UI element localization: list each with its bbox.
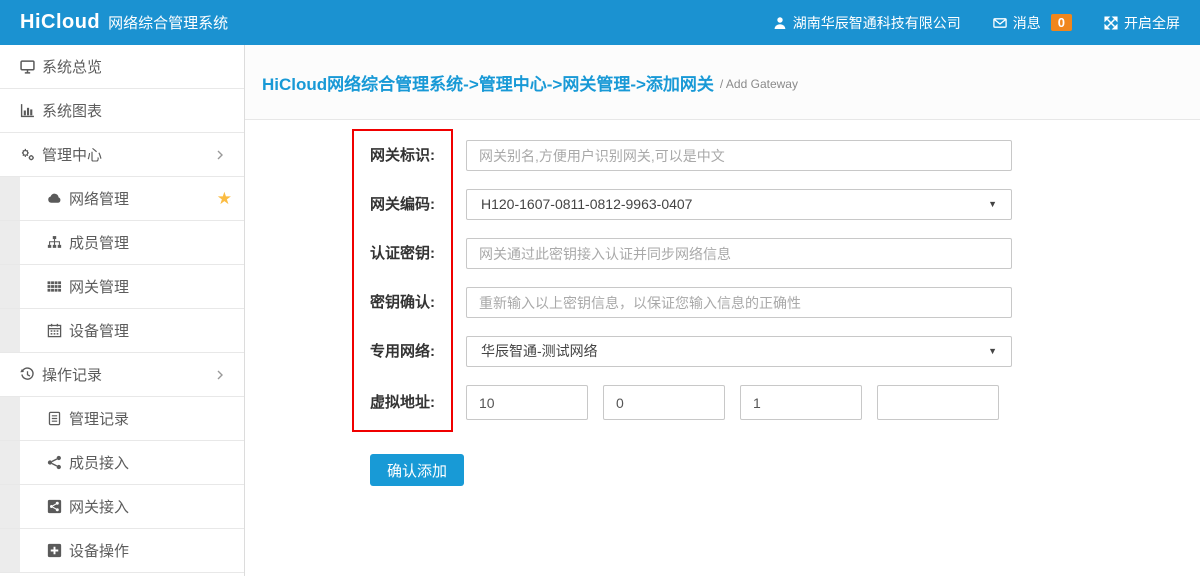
- company-menu[interactable]: 湖南华辰智通科技有限公司: [773, 13, 961, 33]
- fullscreen-button[interactable]: 开启全屏: [1104, 13, 1180, 33]
- sidebar-item-label: 网关管理: [69, 276, 129, 297]
- chevron-down-icon: ▼: [988, 190, 997, 219]
- field-label-key-confirm: 密钥确认:: [370, 287, 466, 318]
- form-row-key-confirm: 密钥确认:: [370, 287, 1012, 318]
- form-row-virtual-address: 虚拟地址:: [370, 385, 1012, 420]
- envelope-icon: [993, 16, 1007, 30]
- brand-name: HiCloud: [20, 11, 100, 34]
- field-label-private-network: 专用网络:: [370, 336, 466, 367]
- sidebar-item-management-center[interactable]: 管理中心: [0, 133, 244, 177]
- sidebar-item-label: 网络管理: [69, 188, 129, 209]
- sidebar-item-label: 管理记录: [69, 408, 129, 429]
- form-row-gateway-code: 网关编码: H120-1607-0811-0812-9963-0407 ▼: [370, 189, 1012, 220]
- fullscreen-icon: [1104, 16, 1118, 30]
- auth-key-input[interactable]: [466, 238, 1012, 269]
- user-icon: [773, 16, 787, 30]
- virtual-address-octet-4[interactable]: [877, 385, 999, 420]
- calendar-icon: [47, 323, 62, 338]
- sitemap-icon: [47, 235, 62, 250]
- history-icon: [20, 367, 35, 382]
- chevron-right-icon: [215, 368, 225, 382]
- sidebar-item-system-overview[interactable]: 系统总览: [0, 45, 244, 89]
- desktop-icon: [20, 59, 35, 74]
- form-row-auth-key: 认证密钥:: [370, 238, 1012, 269]
- messages-label: 消息: [1013, 13, 1041, 33]
- field-label-gateway-code: 网关编码:: [370, 189, 466, 220]
- favorite-star-icon[interactable]: ★: [217, 190, 232, 207]
- grid-icon: [47, 279, 62, 294]
- chevron-right-icon: [215, 148, 225, 162]
- private-network-select[interactable]: 华辰智通-测试网络 ▼: [466, 336, 1012, 367]
- form-row-gateway-name: 网关标识:: [370, 140, 1012, 171]
- share-icon: [47, 455, 62, 470]
- cloud-icon: [47, 191, 62, 206]
- fullscreen-label: 开启全屏: [1124, 13, 1180, 33]
- breadcrumb-path[interactable]: HiCloud网络综合管理系统->管理中心->网关管理->添加网关: [262, 70, 714, 95]
- sidebar-item-gateway-access[interactable]: 网关接入: [0, 485, 244, 529]
- gateway-code-select[interactable]: H120-1607-0811-0812-9963-0407 ▼: [466, 189, 1012, 220]
- sidebar-item-gateway-management[interactable]: 网关管理: [0, 265, 244, 309]
- add-gateway-form: 网关标识: 网关编码: H120-1607-0811-0812-9963-0407 ▼…: [370, 140, 1012, 486]
- sidebar-item-member-management[interactable]: 成员管理: [0, 221, 244, 265]
- breadcrumb-suffix: / Add Gateway: [720, 73, 798, 91]
- app-brand: HiCloud 网络综合管理系统: [20, 11, 228, 34]
- sidebar-item-network-management[interactable]: 网络管理 ★: [0, 177, 244, 221]
- gateway-code-selected-value: H120-1607-0811-0812-9963-0407: [481, 196, 692, 212]
- virtual-address-octet-1[interactable]: [466, 385, 588, 420]
- top-bar: HiCloud 网络综合管理系统 湖南华辰智通科技有限公司 消息 0 开启全屏: [0, 0, 1200, 45]
- gateway-name-input[interactable]: [466, 140, 1012, 171]
- field-label-virtual-address: 虚拟地址:: [370, 385, 466, 420]
- sidebar-item-label: 系统图表: [42, 100, 102, 121]
- sidebar-item-operation-records[interactable]: 操作记录: [0, 353, 244, 397]
- chevron-down-icon: ▼: [988, 337, 997, 366]
- bar-chart-icon: [20, 103, 35, 118]
- sidebar-item-label: 成员接入: [69, 452, 129, 473]
- sidebar-item-management-records[interactable]: 管理记录: [0, 397, 244, 441]
- document-icon: [47, 411, 62, 426]
- sidebar-item-device-management[interactable]: 设备管理: [0, 309, 244, 353]
- sidebar-item-label: 管理中心: [42, 144, 102, 165]
- messages-count-badge: 0: [1051, 14, 1072, 31]
- confirm-add-button[interactable]: 确认添加: [370, 454, 464, 486]
- private-network-selected-value: 华辰智通-测试网络: [481, 343, 598, 359]
- brand-subtitle: 网络综合管理系统: [108, 12, 228, 33]
- share-square-icon: [47, 499, 62, 514]
- field-label-gateway-name: 网关标识:: [370, 140, 466, 171]
- key-confirm-input[interactable]: [466, 287, 1012, 318]
- virtual-address-octet-2[interactable]: [603, 385, 725, 420]
- sidebar-item-label: 系统总览: [42, 56, 102, 77]
- virtual-address-octet-3[interactable]: [740, 385, 862, 420]
- breadcrumb: HiCloud网络综合管理系统->管理中心->网关管理->添加网关 / Add …: [245, 45, 1200, 120]
- sidebar-item-label: 网关接入: [69, 496, 129, 517]
- sidebar-item-device-operations[interactable]: 设备操作: [0, 529, 244, 573]
- company-name: 湖南华辰智通科技有限公司: [793, 13, 961, 33]
- field-label-auth-key: 认证密钥:: [370, 238, 466, 269]
- plus-square-icon: [47, 543, 62, 558]
- sidebar-item-member-access[interactable]: 成员接入: [0, 441, 244, 485]
- sidebar-item-label: 设备操作: [69, 540, 129, 561]
- sidebar-item-system-charts[interactable]: 系统图表: [0, 89, 244, 133]
- sidebar-item-label: 操作记录: [42, 364, 102, 385]
- sidebar-item-label: 成员管理: [69, 232, 129, 253]
- gears-icon: [20, 147, 35, 162]
- topbar-right: 湖南华辰智通科技有限公司 消息 0 开启全屏: [773, 13, 1180, 33]
- sidebar-nav: 系统总览系统图表管理中心网络管理 ★ 成员管理网关管理设备管理操作记录管理记录成员接…: [0, 45, 245, 576]
- form-row-private-network: 专用网络: 华辰智通-测试网络 ▼: [370, 336, 1012, 367]
- messages-button[interactable]: 消息 0: [993, 13, 1072, 33]
- sidebar-item-label: 设备管理: [69, 320, 129, 341]
